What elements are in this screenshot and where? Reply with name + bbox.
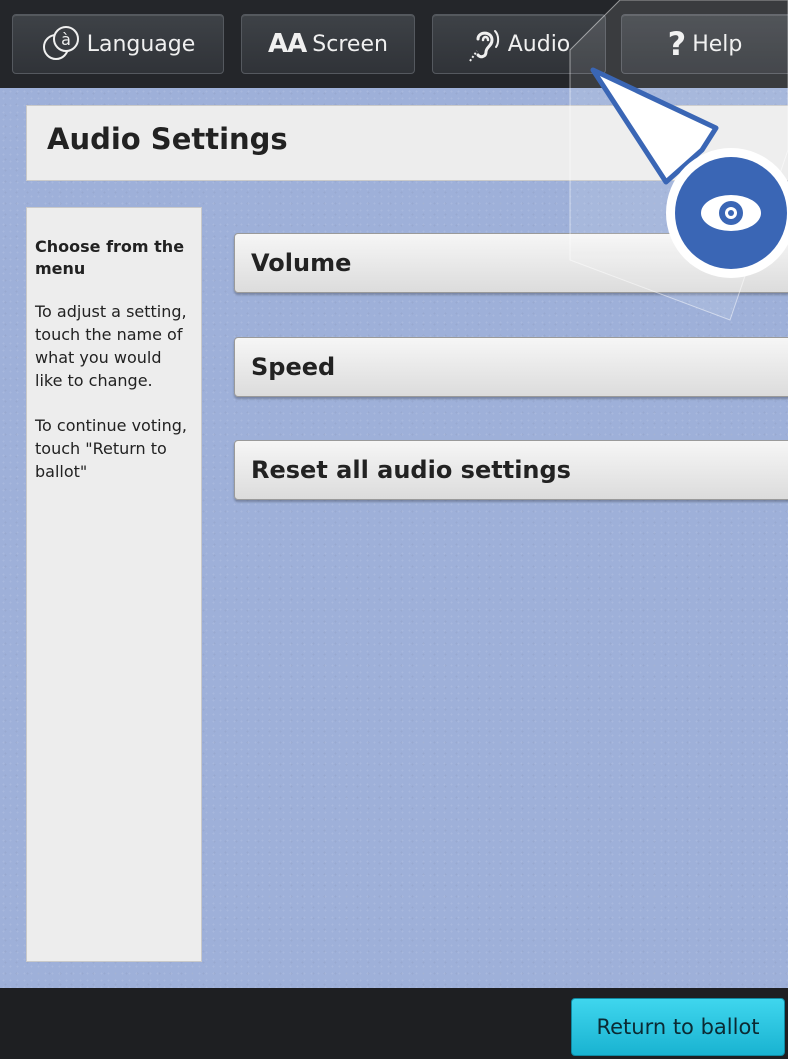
language-glyph: à — [61, 30, 71, 49]
help-button[interactable]: ? Help — [621, 14, 788, 74]
help-icon: ? — [668, 25, 687, 63]
top-toolbar: à Language AA Screen Audio ? Help — [0, 0, 788, 88]
help-glyph: ? — [667, 25, 687, 63]
speed-button[interactable]: Speed — [234, 337, 788, 397]
instructions-adjust: To adjust a setting, touch the name of w… — [35, 302, 187, 390]
instructions-panel: Choose from the menu To adjust a setting… — [26, 207, 202, 962]
screen-label: Screen — [312, 31, 388, 57]
reset-audio-label: Reset all audio settings — [251, 456, 571, 484]
language-icon: à — [41, 24, 81, 64]
return-to-ballot-label: Return to ballot — [596, 1015, 760, 1039]
instructions-continue: To continue voting, touch "Return to bal… — [35, 416, 187, 481]
language-button[interactable]: à Language — [12, 14, 224, 74]
screen-button[interactable]: AA Screen — [241, 14, 415, 74]
volume-button[interactable]: Volume — [234, 233, 788, 293]
speed-label: Speed — [251, 353, 336, 381]
hearing-icon — [468, 25, 502, 63]
text-size-glyph: AA — [268, 29, 307, 59]
audio-label: Audio — [507, 31, 571, 57]
page-title: Audio Settings — [47, 122, 288, 156]
page-title-bar: Audio Settings — [26, 105, 788, 181]
text-size-icon: AA — [268, 29, 307, 59]
volume-label: Volume — [251, 249, 352, 277]
audio-button[interactable]: Audio — [432, 14, 606, 74]
language-label: Language — [86, 31, 196, 57]
help-label: Help — [692, 31, 743, 57]
return-to-ballot-button[interactable]: Return to ballot — [571, 998, 785, 1056]
reset-audio-button[interactable]: Reset all audio settings — [234, 440, 788, 500]
instructions-heading: Choose from the menu — [35, 237, 185, 278]
